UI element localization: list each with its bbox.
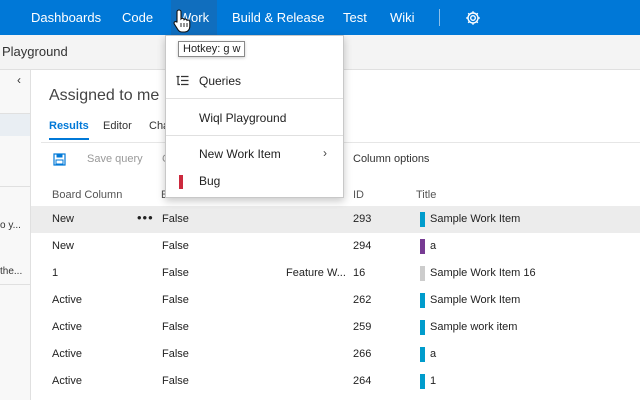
work-item-type-color-bar (420, 239, 425, 254)
table-row[interactable]: 1 False Feature W... 16 Sample Work Item 16 (31, 260, 640, 287)
menu-item-label: New Work Item (199, 147, 281, 161)
work-item-type-color-bar (420, 212, 425, 227)
menu-divider (166, 98, 343, 99)
cell-parent: Feature W... (286, 267, 346, 279)
column-header-board-column[interactable]: Board Column (52, 189, 122, 201)
menu-divider (166, 135, 343, 136)
cell-board-column: Active (52, 348, 82, 360)
cell-boolean: False (162, 267, 189, 279)
nav-item-build-release[interactable]: Build & Release (232, 0, 325, 35)
queries-icon (176, 75, 189, 86)
left-panel-selected-item[interactable] (0, 114, 30, 136)
cell-boolean: False (162, 240, 189, 252)
cell-board-column: New (52, 240, 75, 252)
table-row[interactable]: New False 294 a (31, 233, 640, 260)
menu-item-label: Bug (199, 174, 221, 188)
cell-title[interactable]: 1 (430, 375, 436, 387)
menu-item-label: Queries (199, 74, 242, 88)
top-navigation: Dashboards Code Work Build & Release Tes… (0, 0, 640, 35)
chevron-right-icon: › (323, 146, 327, 160)
left-panel-divider (0, 186, 30, 187)
left-panel: ‹ o y... the... (0, 70, 31, 400)
cell-id: 262 (353, 294, 372, 306)
table-row[interactable]: Active False 266 a (31, 341, 640, 368)
table-row[interactable]: New ••• False 293 Sample Work Item (31, 206, 640, 233)
chevron-left-icon[interactable]: ‹ (17, 73, 21, 87)
work-item-type-color-bar (420, 266, 425, 281)
cell-title[interactable]: Sample Work Item (430, 213, 520, 225)
left-panel-item-fragment[interactable]: o y... (0, 220, 21, 231)
work-item-type-color-bar (420, 320, 425, 335)
cell-boolean: False (162, 375, 189, 387)
column-options-button[interactable]: Column options (353, 153, 429, 165)
nav-item-wiki[interactable]: Wiki (390, 0, 415, 35)
cell-id: 259 (353, 321, 372, 333)
cell-board-column: Active (52, 321, 82, 333)
nav-item-dashboards[interactable]: Dashboards (31, 0, 101, 35)
table-row[interactable]: Active False 264 1 (31, 368, 640, 395)
work-item-type-color-bar (420, 347, 425, 362)
left-panel-item-fragment[interactable]: the... (0, 266, 22, 277)
tab-editor[interactable]: Editor (103, 120, 132, 132)
column-header-title[interactable]: Title (416, 189, 436, 201)
table-row[interactable]: Active False 259 Sample work item (31, 314, 640, 341)
active-tab-indicator (49, 138, 89, 140)
cell-board-column: Active (52, 294, 82, 306)
column-header-id[interactable]: ID (353, 189, 364, 201)
table-row[interactable]: Active False 262 Sample Work Item (31, 287, 640, 314)
cell-id: 16 (353, 267, 366, 279)
cell-boolean: False (162, 213, 189, 225)
cell-id: 264 (353, 375, 372, 387)
cell-boolean: False (162, 348, 189, 360)
cell-board-column: New (52, 213, 75, 225)
cell-id: 294 (353, 240, 372, 252)
gear-icon[interactable] (465, 10, 481, 26)
cell-board-column: 1 (52, 267, 59, 279)
page-title: Assigned to me (49, 87, 160, 104)
nav-divider (439, 9, 440, 26)
nav-item-test[interactable]: Test (343, 0, 367, 35)
save-query-button[interactable]: Save query (87, 153, 143, 165)
cell-board-column: Active (52, 375, 82, 387)
cell-title[interactable]: Sample Work Item (430, 294, 520, 306)
menu-item-label: Wiql Playground (199, 111, 287, 125)
cell-title[interactable]: Sample work item (430, 321, 517, 333)
left-panel-divider (0, 113, 30, 114)
cell-id: 266 (353, 348, 372, 360)
left-panel-divider (0, 284, 30, 285)
cell-boolean: False (162, 294, 189, 306)
cell-boolean: False (162, 321, 189, 333)
tab-results[interactable]: Results (49, 120, 89, 132)
work-item-type-color-bar (420, 293, 425, 308)
work-item-type-color-bar (420, 374, 425, 389)
hand-cursor-icon (173, 9, 191, 33)
cell-id: 293 (353, 213, 372, 225)
hotkey-tooltip: Hotkey: g w (178, 41, 246, 57)
bug-color-icon (179, 175, 183, 189)
cell-title[interactable]: a (430, 240, 436, 252)
work-menu: Queries Wiql Playground New Work Item › … (165, 35, 344, 198)
more-actions-icon[interactable]: ••• (137, 210, 154, 225)
project-title[interactable]: Playground (2, 44, 68, 59)
cell-title[interactable]: a (430, 348, 436, 360)
cell-title[interactable]: Sample Work Item 16 (430, 267, 536, 279)
nav-item-code[interactable]: Code (122, 0, 153, 35)
save-query-icon[interactable] (53, 153, 66, 166)
